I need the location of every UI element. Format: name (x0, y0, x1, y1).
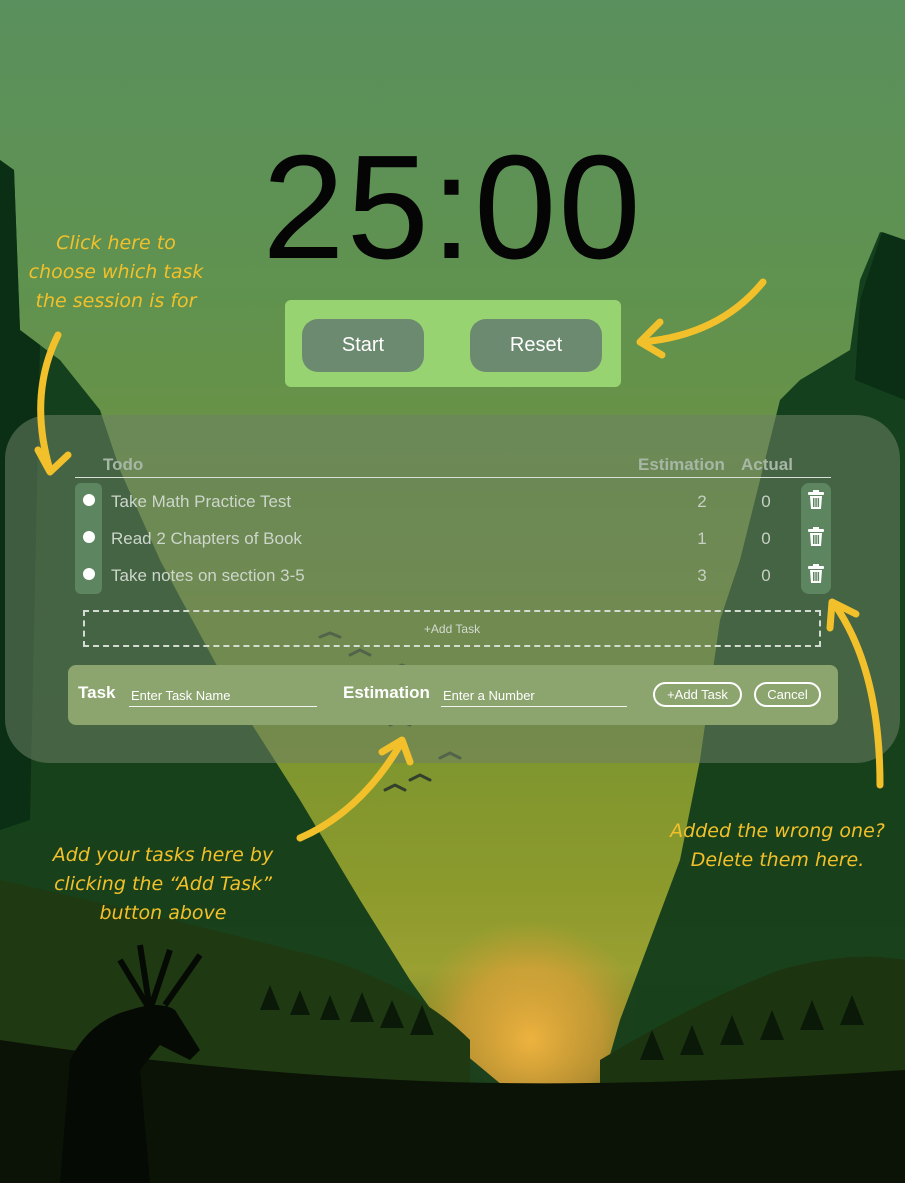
arrow-icon (34, 446, 72, 476)
arrow-icon (296, 741, 404, 842)
arrow-icon (638, 278, 767, 346)
arrow-icon (831, 601, 884, 789)
annotation-arrows (34, 278, 884, 842)
arrow-icon (37, 331, 62, 474)
